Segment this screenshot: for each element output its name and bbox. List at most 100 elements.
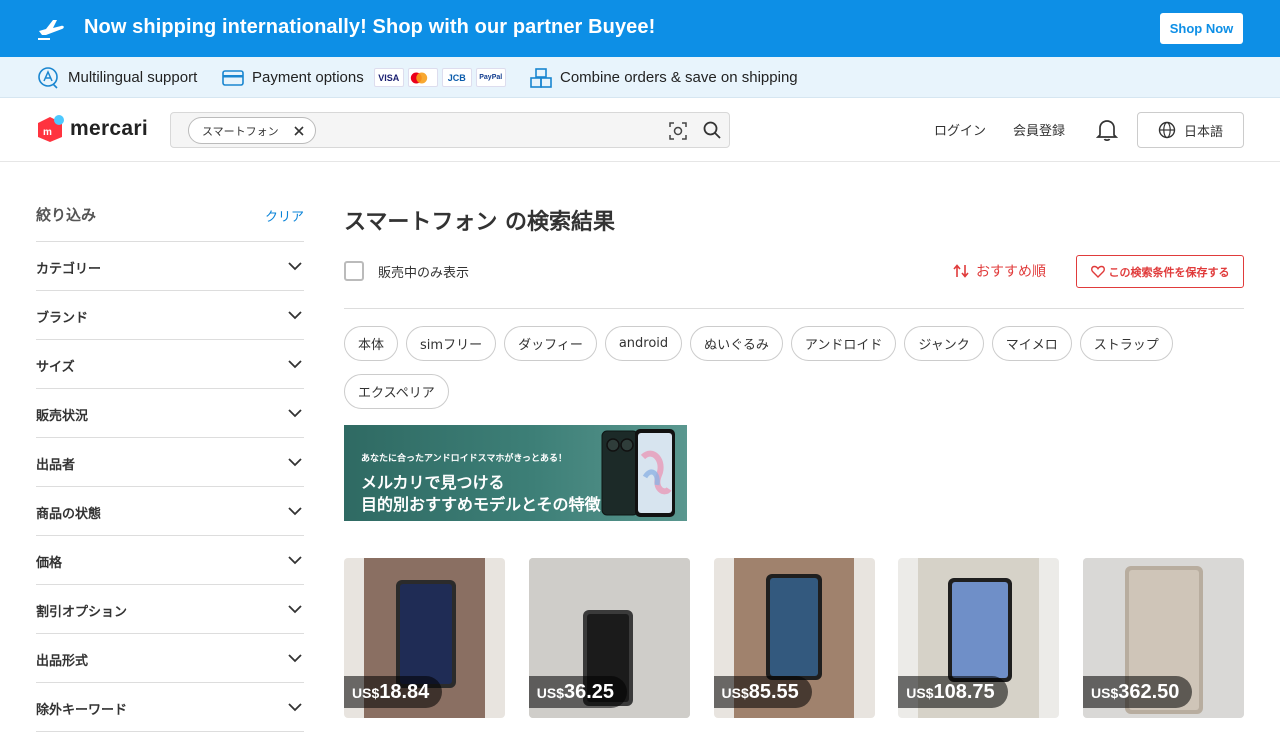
related-tags: 本体 simフリー ダッフィー android ぬいぐるみ アンドロイド ジャンク マイメロス…: [344, 326, 1244, 409]
image-search-icon[interactable]: [669, 122, 687, 140]
price-tag: US$ 36.25: [528, 676, 628, 708]
search-keyword-label: スマートフォン: [202, 124, 279, 138]
filter-row[interactable]: ブランド: [36, 291, 304, 340]
mastercard-icon: [407, 68, 438, 87]
promo-text: Now shipping internationally! Shop with …: [84, 16, 656, 38]
price-tag: US$ 362.50: [1083, 676, 1193, 708]
chevron-down-icon: [288, 360, 302, 369]
on-sale-label: 販売中のみ表示: [378, 265, 470, 281]
tag-chip[interactable]: simフリー: [406, 326, 497, 361]
save-search-button[interactable]: この検索条件を保存する: [1076, 255, 1244, 288]
feature-multilingual-label: Multilingual support: [68, 69, 198, 86]
tag-chip[interactable]: android: [604, 326, 683, 361]
credit-card-icon: [222, 69, 244, 86]
chevron-down-icon: [288, 556, 302, 565]
tag-chip[interactable]: ストラップ: [1079, 326, 1173, 361]
price-currency: US$: [1091, 685, 1119, 701]
clear-filters-link[interactable]: クリア: [265, 206, 304, 225]
tag-chip[interactable]: ジャンク: [904, 326, 984, 361]
chevron-down-icon: [288, 409, 302, 418]
login-link[interactable]: ログイン: [934, 120, 986, 139]
filter-row[interactable]: 販売状況: [36, 389, 304, 438]
search-keyword-chip[interactable]: スマートフォン: [188, 117, 316, 144]
product-card[interactable]: US$ 362.50: [1083, 558, 1244, 718]
register-link[interactable]: 会員登録: [1013, 120, 1065, 139]
chevron-down-icon: [288, 654, 302, 663]
product-card[interactable]: US$ 108.75: [898, 558, 1060, 718]
feature-payment: Payment options VISA JCB PayPal: [222, 57, 506, 98]
android-guide-banner[interactable]: あなたに合ったアンドロイドスマホがきっとある！ メルカリで見つける 目的別おすす…: [344, 425, 687, 521]
mercari-logo[interactable]: m mercari: [36, 115, 148, 143]
price-tag: US$ 108.75: [898, 676, 1008, 708]
tag-chip[interactable]: ダッフィー: [504, 326, 597, 361]
filter-label: 商品の状態: [36, 507, 102, 522]
price-tag: US$ 18.84: [344, 676, 443, 708]
product-card[interactable]: US$ 18.84: [344, 558, 505, 718]
boxes-icon: [530, 67, 552, 88]
promo-banner: Now shipping internationally! Shop with …: [0, 0, 1280, 57]
price-currency: US$: [721, 685, 749, 701]
globe-icon: [1158, 121, 1176, 139]
feature-combine-label: Combine orders & save on shipping: [560, 69, 798, 86]
price-amount: 362.50: [1118, 681, 1180, 703]
feature-payment-label: Payment options: [252, 69, 364, 86]
price-amount: 18.84: [379, 681, 430, 703]
chevron-down-icon: [288, 458, 302, 467]
sort-label: おすすめ順: [976, 264, 1046, 280]
product-card[interactable]: US$ 85.55: [713, 558, 875, 718]
search-bar[interactable]: スマートフォン: [170, 112, 730, 148]
ad-line-2: 目的別おすすめモデルとその特徴: [361, 495, 601, 514]
airplane-icon: [38, 20, 64, 40]
feature-combine: Combine orders & save on shipping: [530, 57, 798, 98]
filter-sidebar: 絞り込み クリア カテゴリーブランドサイズ販売状況出品者商品の状態価格割引オプシ…: [36, 162, 304, 732]
filter-label: 販売状況: [36, 409, 89, 424]
divider: [344, 308, 1244, 309]
features-strip: Multilingual support Payment options VIS…: [0, 57, 1280, 98]
filter-title: 絞り込み: [36, 206, 97, 224]
filter-label: 割引オプション: [36, 605, 128, 620]
search-icon[interactable]: [703, 121, 721, 139]
tag-chip[interactable]: エクスペリア: [344, 374, 449, 409]
jcb-card-icon: JCB: [441, 68, 472, 87]
language-selector[interactable]: 日本語: [1137, 112, 1244, 148]
filter-row[interactable]: 出品者: [36, 438, 304, 487]
filter-row[interactable]: 商品の状態: [36, 487, 304, 536]
filter-label: ブランド: [36, 311, 89, 326]
filter-row[interactable]: サイズ: [36, 340, 304, 389]
filter-row[interactable]: 割引オプション: [36, 585, 304, 634]
price-amount: 36.25: [563, 681, 615, 703]
logo-text: mercari: [70, 117, 148, 140]
chevron-down-icon: [288, 703, 302, 712]
page-title: スマートフォン の検索結果: [344, 210, 616, 235]
on-sale-checkbox[interactable]: [344, 261, 364, 281]
visa-card-icon: VISA: [373, 68, 404, 87]
filter-label: 出品者: [36, 458, 76, 473]
close-icon[interactable]: [292, 124, 306, 138]
bell-icon[interactable]: [1096, 118, 1118, 142]
tag-chip[interactable]: 本体: [344, 326, 399, 361]
price-tag: US$ 85.55: [713, 676, 812, 708]
price-amount: 85.55: [748, 681, 799, 703]
translate-icon: [38, 66, 58, 89]
mercari-logo-icon: m: [38, 115, 64, 142]
filter-row[interactable]: カテゴリー: [36, 242, 304, 291]
tag-chip[interactable]: ぬいぐるみ: [690, 326, 783, 361]
product-grid: US$ 18.84 US$ 36.25 US$ 85.55 US$ 108.75 US$ 362.…: [344, 558, 1244, 720]
sort-dropdown[interactable]: おすすめ順: [952, 261, 1046, 281]
filter-label: カテゴリー: [36, 262, 102, 277]
price-amount: 108.75: [933, 681, 995, 703]
filter-row[interactable]: 除外キーワード: [36, 683, 304, 732]
shop-now-button[interactable]: Shop Now: [1160, 13, 1243, 44]
on-sale-only-toggle[interactable]: 販売中のみ表示: [344, 261, 469, 281]
product-card[interactable]: US$ 36.25: [528, 558, 690, 718]
tag-chip[interactable]: アンドロイド: [790, 326, 897, 361]
chevron-down-icon: [288, 262, 302, 271]
svg-text:m: m: [43, 127, 52, 138]
feature-multilingual: Multilingual support: [36, 57, 197, 98]
chevron-down-icon: [288, 605, 302, 614]
tag-chip[interactable]: マイメロ: [991, 326, 1072, 361]
filter-row[interactable]: 価格: [36, 536, 304, 585]
filter-row[interactable]: 出品形式: [36, 634, 304, 683]
phone-illustration: [601, 429, 675, 517]
price-currency: US$: [536, 685, 564, 701]
